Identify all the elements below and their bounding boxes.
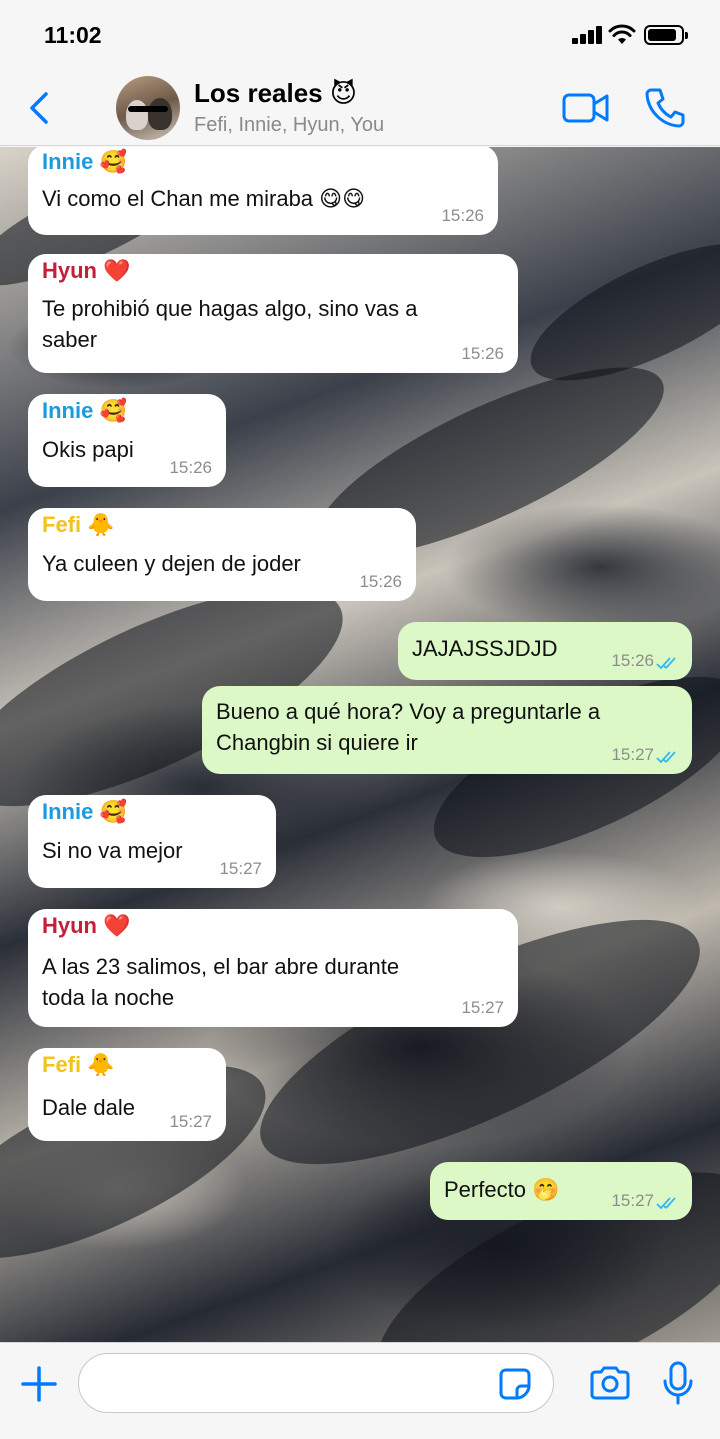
message-bubble[interactable]: Fefi 🐥 Dale dale 15:27 <box>28 1048 226 1141</box>
phone-call-icon[interactable] <box>644 86 686 128</box>
message-time: 15:27 <box>219 859 262 878</box>
status-bar: 11:02 <box>0 0 720 70</box>
wifi-icon <box>608 24 636 44</box>
message-bubble[interactable]: Innie 🥰 Vi como el Chan me miraba 😋😋 15:… <box>28 147 498 235</box>
message-text: Ya culeen y dejen de joder <box>42 551 301 576</box>
message-bubble[interactable]: Hyun ❤️ A las 23 salimos, el bar abre du… <box>28 909 518 1027</box>
message-time: 15:27 <box>169 1112 212 1131</box>
message-bubble[interactable]: Fefi 🐥 Ya culeen y dejen de joder 15:26 <box>28 508 416 601</box>
message-bubble[interactable]: Innie 🥰 Si no va mejor 15:27 <box>28 795 276 888</box>
message-time: 15:27 <box>611 745 654 764</box>
status-time: 11:02 <box>44 22 102 48</box>
message-text: JAJAJSSJDJD <box>412 636 558 661</box>
microphone-icon[interactable] <box>662 1361 694 1405</box>
group-title[interactable]: Los reales 😈 <box>194 78 357 109</box>
sticker-icon[interactable] <box>498 1367 532 1401</box>
message-sender: Innie 🥰 <box>42 398 127 423</box>
message-sender: Hyun ❤️ <box>42 258 131 283</box>
message-bubble[interactable]: Hyun ❤️ Te prohibió que hagas algo, sino… <box>28 254 518 373</box>
message-sender: Innie 🥰 <box>42 799 127 824</box>
message-time: 15:26 <box>169 458 212 477</box>
cellular-signal-icon <box>572 26 604 44</box>
plus-icon[interactable] <box>20 1365 58 1403</box>
message-time: 15:27 <box>461 998 504 1017</box>
message-time: 15:26 <box>441 206 484 225</box>
group-avatar[interactable] <box>116 76 180 140</box>
camera-icon[interactable] <box>588 1365 632 1401</box>
chat-thread[interactable]: Innie 🥰 Vi como el Chan me miraba 😋😋 15:… <box>0 147 720 1342</box>
message-input[interactable] <box>78 1353 554 1413</box>
video-call-icon[interactable] <box>562 90 610 126</box>
message-sender: Hyun ❤️ <box>42 913 131 938</box>
message-time: 15:27 <box>611 1191 654 1210</box>
message-time: 15:26 <box>611 651 654 670</box>
message-bubble-outgoing[interactable]: JAJAJSSJDJD 15:26 <box>398 622 692 680</box>
read-receipt-icon <box>656 751 676 764</box>
message-text: saber <box>42 327 98 352</box>
message-time: 15:26 <box>461 344 504 363</box>
message-time: 15:26 <box>359 572 402 591</box>
read-receipt-icon <box>656 1197 676 1210</box>
read-receipt-icon <box>656 657 676 670</box>
message-sender: Innie 🥰 <box>42 149 127 174</box>
message-text: Vi como el Chan me miraba 😋😋 <box>42 186 366 211</box>
message-composer <box>0 1342 720 1439</box>
message-bubble-outgoing[interactable]: Bueno a qué hora? Voy a preguntarle a Ch… <box>202 686 692 774</box>
message-text: Bueno a qué hora? Voy a preguntarle a <box>216 699 601 724</box>
back-chevron-icon[interactable] <box>22 88 58 128</box>
message-bubble-outgoing[interactable]: Perfecto 🤭 15:27 <box>430 1162 692 1220</box>
message-text: toda la noche <box>42 985 175 1010</box>
message-text: Okis papi <box>42 437 134 462</box>
message-text: Te prohibió que hagas algo, sino vas a <box>42 296 418 321</box>
message-text: A las 23 salimos, el bar abre durante <box>42 954 400 979</box>
message-sender: Fefi 🐥 <box>42 1052 115 1077</box>
group-members[interactable]: Fefi, Innie, Hyun, You <box>194 114 384 137</box>
chat-header: Los reales 😈 Fefi, Innie, Hyun, You <box>0 70 720 146</box>
message-text: Si no va mejor <box>42 838 183 863</box>
message-sender: Fefi 🐥 <box>42 512 115 537</box>
message-text: Changbin si quiere ir <box>216 730 418 755</box>
message-text: Perfecto 🤭 <box>444 1177 560 1202</box>
message-bubble[interactable]: Innie 🥰 Okis papi 15:26 <box>28 394 226 487</box>
battery-icon <box>644 25 688 45</box>
message-text: Dale dale <box>42 1095 135 1120</box>
